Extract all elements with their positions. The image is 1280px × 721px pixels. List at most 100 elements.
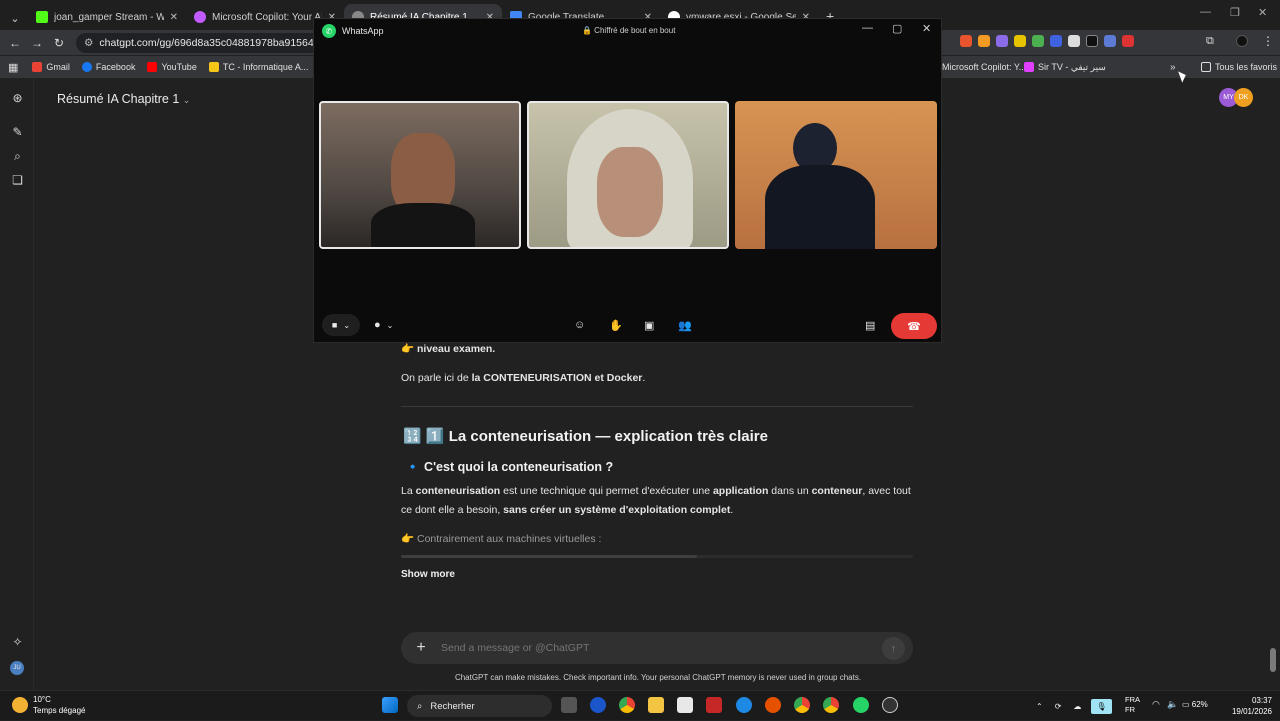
- screen-share-icon[interactable]: ▣: [644, 319, 654, 332]
- show-more-button[interactable]: Show more: [401, 569, 455, 580]
- camera-toggle-button[interactable]: ■ ⌄: [322, 314, 360, 336]
- layout-icon[interactable]: ▤: [865, 319, 875, 332]
- search-icon[interactable]: ⌕: [11, 150, 24, 163]
- language-indicator[interactable]: FRA FR: [1125, 695, 1140, 715]
- scrollbar-thumb[interactable]: [401, 555, 697, 558]
- edge-icon[interactable]: [736, 697, 752, 713]
- whatsapp-logo-icon: ✆: [322, 24, 336, 38]
- sync-icon[interactable]: ⟳: [1055, 702, 1062, 711]
- microphone-icon[interactable]: 🎙: [1091, 698, 1112, 714]
- tab-title: Microsoft Copilot: Your AI com: [212, 11, 322, 23]
- firefox-icon[interactable]: [765, 697, 781, 713]
- weather-widget[interactable]: 10°C Temps dégagé: [33, 694, 85, 716]
- extension-icon[interactable]: [1032, 35, 1044, 47]
- bookmark-copilot[interactable]: Microsoft Copilot: Y...: [942, 62, 1026, 72]
- encryption-label: 🔒 Chiffré de bout en bout: [582, 26, 676, 35]
- battery-indicator[interactable]: ▭ 62%: [1182, 700, 1208, 709]
- chrome-menu-icon[interactable]: ⋮: [1262, 34, 1274, 48]
- minimize-icon[interactable]: —: [1200, 6, 1211, 18]
- maximize-icon[interactable]: ▢: [892, 22, 902, 35]
- chrome-icon[interactable]: [619, 697, 635, 713]
- extension-icon[interactable]: [996, 35, 1008, 47]
- reactions-icon[interactable]: ☺: [574, 319, 585, 331]
- sirtv-icon: [1024, 62, 1034, 72]
- bookmark-sir-tv[interactable]: Sir TV - سير تيفي: [1024, 62, 1106, 73]
- end-call-button[interactable]: ☎: [891, 313, 937, 339]
- reload-icon[interactable]: ↻: [48, 36, 70, 50]
- task-view-icon[interactable]: [561, 697, 577, 713]
- hang-up-icon: ☎: [907, 320, 921, 333]
- store-icon[interactable]: [677, 697, 693, 713]
- extension-icon[interactable]: [1104, 35, 1116, 47]
- message-input[interactable]: [441, 642, 861, 654]
- bookmark-label: YouTube: [161, 62, 197, 72]
- close-window-icon[interactable]: ✕: [922, 22, 931, 35]
- message-composer: + ↑: [401, 632, 913, 664]
- whatsapp-icon[interactable]: [853, 697, 869, 713]
- participant-video-tile[interactable]: [319, 101, 521, 249]
- extension-icon[interactable]: [960, 35, 972, 47]
- extension-icon[interactable]: [1122, 35, 1134, 47]
- chatgpt-app-icon[interactable]: [882, 697, 898, 713]
- participant-video-tile[interactable]: [527, 101, 729, 249]
- extension-icon[interactable]: [978, 35, 990, 47]
- group-avatars[interactable]: MY DK: [1219, 88, 1253, 107]
- bookmark-youtube[interactable]: YouTube: [147, 62, 197, 72]
- participant-video-tile[interactable]: [735, 101, 937, 249]
- send-button[interactable]: ↑: [882, 637, 905, 660]
- weather-moon-icon[interactable]: [12, 697, 28, 713]
- taskbar-search[interactable]: ⌕ Recherher: [407, 695, 552, 717]
- participants-icon[interactable]: 👥: [678, 319, 692, 332]
- para-text: dans un: [768, 485, 812, 497]
- extensions-icon[interactable]: ⧉: [1206, 35, 1214, 48]
- extension-icon[interactable]: [1014, 35, 1026, 47]
- maximize-icon[interactable]: ❐: [1230, 6, 1240, 19]
- horizontal-scrollbar[interactable]: [401, 555, 913, 558]
- bookmark-gmail[interactable]: Gmail: [32, 62, 70, 72]
- openai-logo-icon[interactable]: ⊛: [11, 92, 24, 105]
- date: 19/01/2026: [1231, 707, 1272, 716]
- bookmark-facebook[interactable]: Facebook: [81, 62, 135, 72]
- para-bold: conteneurisation: [415, 485, 501, 497]
- chrome-profile-icon[interactable]: [794, 697, 810, 713]
- raise-hand-icon[interactable]: ✋: [609, 319, 623, 332]
- add-attachment-icon[interactable]: +: [401, 639, 441, 657]
- tab-kick[interactable]: joan_gamper Stream - Watch L ✕: [28, 4, 186, 30]
- new-chat-icon[interactable]: ✎: [11, 126, 24, 139]
- apps-grid-icon[interactable]: ▦: [8, 61, 18, 74]
- extension-icon[interactable]: [1050, 35, 1062, 47]
- page-scrollbar-thumb[interactable]: [1270, 648, 1276, 672]
- clock[interactable]: 03:37 19/01/2026: [1228, 695, 1272, 717]
- chevron-down-icon: ⌄: [343, 320, 351, 330]
- mcafee-icon[interactable]: [706, 697, 722, 713]
- volume-icon[interactable]: 🔈: [1167, 699, 1178, 710]
- file-explorer-icon[interactable]: [648, 697, 664, 713]
- hp-icon[interactable]: [590, 697, 606, 713]
- microphone-button[interactable]: ● ⌄: [374, 319, 393, 331]
- chrome-profile-icon[interactable]: [823, 697, 839, 713]
- message-content: 👉 niveau examen. On parle ici de la CONT…: [401, 340, 913, 387]
- site-info-icon[interactable]: ⚙: [84, 37, 93, 49]
- camera-icon: ■: [331, 320, 338, 330]
- minimize-icon[interactable]: —: [862, 22, 873, 34]
- forward-icon[interactable]: →: [26, 36, 48, 50]
- onedrive-icon[interactable]: ☁: [1073, 702, 1081, 711]
- wifi-icon[interactable]: ◠: [1152, 699, 1160, 710]
- chat-title-dropdown[interactable]: Résumé IA Chapitre 1 ⌄: [57, 92, 190, 106]
- sparkle-icon[interactable]: ✧: [11, 636, 24, 649]
- back-icon[interactable]: ←: [4, 36, 26, 50]
- bookmark-tc-informatique[interactable]: TC - Informatique A...: [208, 62, 308, 72]
- extension-icon[interactable]: [1068, 35, 1080, 47]
- chevron-up-icon[interactable]: ⌃: [1036, 702, 1043, 711]
- all-bookmarks-folder[interactable]: Tous les favoris: [1201, 62, 1277, 72]
- close-window-icon[interactable]: ✕: [1258, 6, 1267, 19]
- more-bookmarks-icon[interactable]: »: [1170, 62, 1176, 73]
- faded-line: 👉 Contrairement aux machines virtuelles …: [401, 533, 602, 545]
- close-tab-icon[interactable]: ✕: [170, 12, 178, 23]
- facebook-icon: [81, 62, 92, 72]
- extension-icon[interactable]: [1086, 35, 1098, 47]
- start-button[interactable]: [382, 697, 398, 713]
- profile-avatar[interactable]: [1236, 35, 1248, 47]
- library-icon[interactable]: ❏: [11, 174, 24, 187]
- tab-search-icon[interactable]: ⌄: [2, 6, 28, 30]
